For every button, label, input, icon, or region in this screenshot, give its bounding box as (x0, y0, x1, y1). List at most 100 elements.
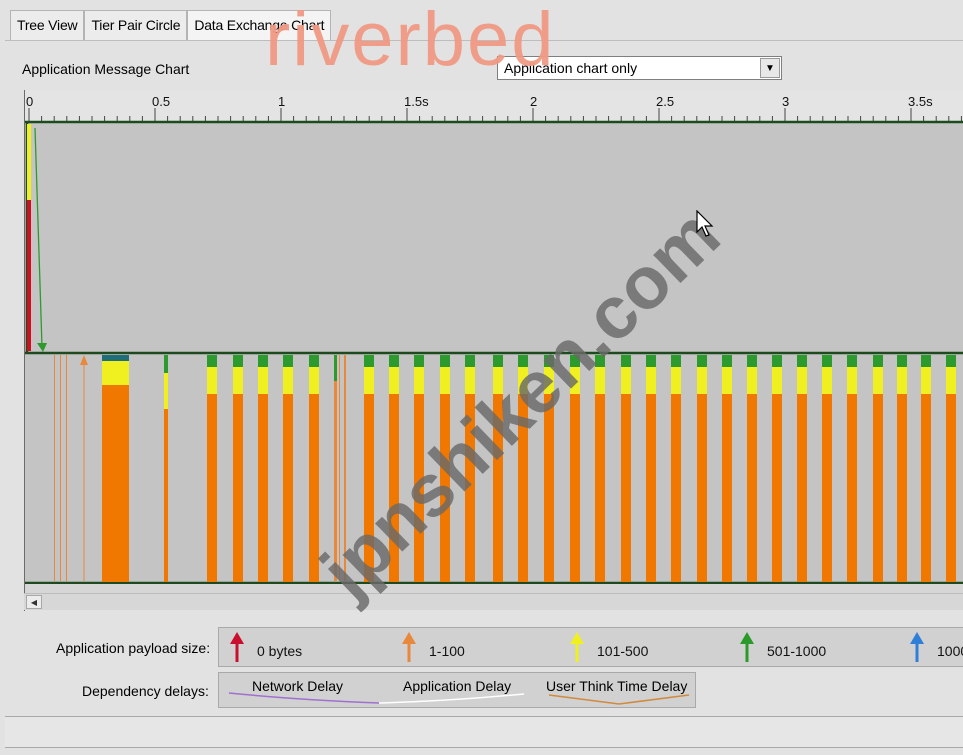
small-bar-yellow (164, 373, 168, 409)
response-bar-yellow (847, 367, 857, 394)
response-bar-yellow (389, 367, 399, 394)
payload-legend-label: 101-500 (597, 643, 649, 659)
time-axis-label: 1 (278, 94, 285, 109)
payload-legend-label: 1-100 (429, 643, 465, 659)
big-block-orange (102, 385, 129, 582)
payload-legend: 0 bytes 1-100 101-500 501-1000 1000+ (218, 627, 963, 667)
response-bar-orange (873, 394, 883, 582)
response-bar-green (772, 355, 782, 367)
response-bar-green (493, 355, 503, 367)
thin-orange-line (339, 355, 340, 581)
user-think-time-delay-label: User Think Time Delay (546, 678, 688, 694)
payload-legend-label: 1000+ (937, 643, 963, 659)
response-bar-yellow (946, 367, 956, 394)
delays-legend: Network Delay Application Delay User Thi… (218, 672, 696, 708)
response-bar-orange (309, 394, 319, 582)
response-bar-yellow (465, 367, 475, 394)
request-bar-yellow (27, 124, 31, 202)
horizontal-scrollbar[interactable]: ◀ (24, 593, 963, 610)
payload-arrow-shaft (407, 642, 411, 662)
response-bar-yellow (747, 367, 757, 394)
response-bar-green (440, 355, 450, 367)
response-bar-yellow (772, 367, 782, 394)
response-bar-yellow (309, 367, 319, 394)
response-bar-green (570, 355, 580, 367)
scroll-left-icon[interactable]: ◀ (26, 595, 42, 609)
response-bar-yellow (570, 367, 580, 394)
payload-arrow-icon (910, 632, 924, 644)
small-bar-orange (164, 409, 168, 582)
response-bar-green (207, 355, 217, 367)
response-bar-yellow (921, 367, 931, 394)
response-bar-orange (671, 394, 681, 582)
big-block-yellow (102, 361, 129, 385)
response-bar-green (646, 355, 656, 367)
thin-orange-line (66, 355, 67, 581)
response-bar-orange (440, 394, 450, 582)
payload-arrow-shaft (575, 642, 579, 662)
response-bar-green (465, 355, 475, 367)
dependency-delays-label: Dependency delays: (82, 683, 209, 699)
response-bar-green (747, 355, 757, 367)
response-bar-orange (921, 394, 931, 582)
upper-panel (25, 122, 963, 353)
response-bar-yellow (364, 367, 374, 394)
payload-arrow-shaft (745, 642, 749, 662)
response-bar-green (797, 355, 807, 367)
thin-green-segment (334, 355, 337, 381)
payload-arrow-icon (570, 632, 584, 644)
status-bar (5, 716, 963, 748)
response-bar-yellow (595, 367, 605, 394)
response-bar-orange (283, 394, 293, 582)
network-delay-label: Network Delay (252, 678, 344, 694)
payload-size-label: Application payload size: (56, 640, 211, 656)
response-bar-yellow (207, 367, 217, 394)
response-bar-orange (822, 394, 832, 582)
payload-arrow-shaft (915, 642, 919, 662)
big-block-teal (102, 355, 129, 361)
response-bar-orange (697, 394, 707, 582)
response-bar-green (822, 355, 832, 367)
response-bar-orange (847, 394, 857, 582)
payload-legend-label: 0 bytes (257, 643, 302, 659)
payload-arrow-shaft (235, 642, 239, 662)
mouse-cursor-icon (696, 210, 714, 237)
response-bar-green (544, 355, 554, 367)
response-bar-orange (233, 394, 243, 582)
response-bar-green (309, 355, 319, 367)
response-bar-orange (897, 394, 907, 582)
user-think-time-delay-line (548, 694, 690, 705)
response-bar-orange (207, 394, 217, 582)
response-bar-yellow (518, 367, 528, 394)
response-bar-yellow (897, 367, 907, 394)
response-bar-green (595, 355, 605, 367)
response-bar-orange (722, 394, 732, 582)
response-bar-orange (258, 394, 268, 582)
payload-arrow-icon (740, 632, 754, 644)
response-bar-orange (772, 394, 782, 582)
response-bar-orange (364, 394, 374, 582)
response-bar-green (921, 355, 931, 367)
thin-orange-line (60, 355, 61, 581)
response-bar-yellow (283, 367, 293, 394)
response-bar-orange (646, 394, 656, 582)
response-bar-yellow (797, 367, 807, 394)
payload-arrow-icon (402, 632, 416, 644)
request-bar-red (27, 200, 31, 351)
response-bar-green (518, 355, 528, 367)
response-bar-orange (797, 394, 807, 582)
thin-orange-line (344, 355, 346, 581)
response-bar-green (364, 355, 374, 367)
response-bar-orange (389, 394, 399, 582)
response-bar-green (897, 355, 907, 367)
time-axis-label: 0.5 (152, 94, 170, 109)
time-axis-label: 3.5s (908, 94, 933, 109)
response-bar-green (283, 355, 293, 367)
time-axis-label: 2 (530, 94, 537, 109)
response-bar-green (621, 355, 631, 367)
response-bar-orange (621, 394, 631, 582)
time-axis-label: 2.5 (656, 94, 674, 109)
application-delay-label: Application Delay (403, 678, 512, 694)
response-bar-yellow (697, 367, 707, 394)
response-bar-yellow (493, 367, 503, 394)
